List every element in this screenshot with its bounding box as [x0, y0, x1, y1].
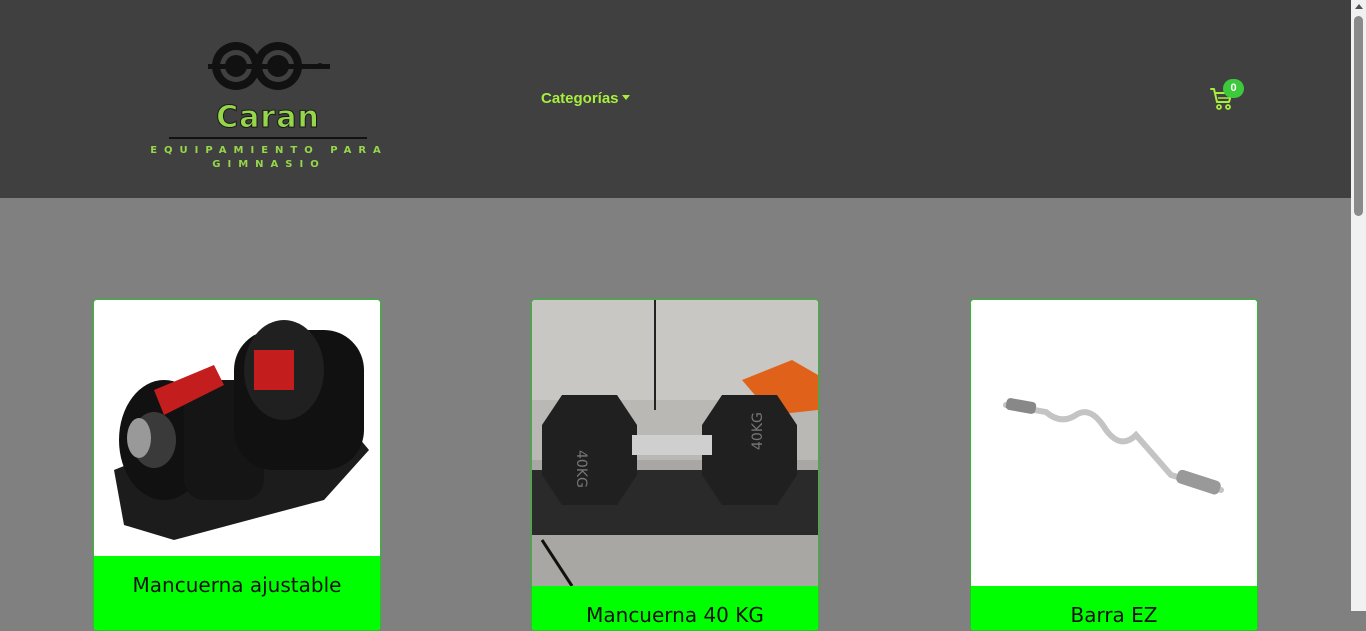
brand-divider: [169, 137, 367, 139]
svg-text:40KG: 40KG: [573, 450, 589, 488]
product-card[interactable]: Mancuerna ajustable: [93, 299, 381, 631]
product-card[interactable]: 40KG 40KG Mancuerna 40 KG: [531, 299, 819, 631]
brand-tagline-line2: gimnasio: [212, 159, 326, 170]
dumbbell-logo-icon: [208, 42, 330, 90]
card-footer: Mancuerna 40 KG: [532, 586, 818, 630]
ez-curl-bar-image: [971, 300, 1257, 586]
adjustable-dumbbell-image: [94, 300, 380, 556]
cart-count-badge: 0: [1223, 79, 1244, 98]
scrollbar-thumb[interactable]: [1354, 16, 1363, 216]
product-title[interactable]: Mancuerna 40 KG: [532, 586, 818, 627]
product-title[interactable]: Barra EZ: [971, 586, 1257, 627]
brand-tagline: Equipamiento para gimnasio: [128, 144, 410, 172]
card-footer: Barra EZ: [971, 586, 1257, 630]
hex-dumbbell-40kg-image: 40KG 40KG: [532, 300, 818, 586]
brand-name: Caran: [216, 100, 320, 136]
categories-dropdown[interactable]: Categorías: [541, 90, 630, 107]
caret-down-icon: [621, 94, 630, 100]
card-footer: Mancuerna ajustable: [94, 556, 380, 630]
brand-logo[interactable]: Caran Equipamiento para gimnasio: [128, 36, 410, 176]
product-title[interactable]: Mancuerna ajustable: [94, 556, 380, 597]
navbar: Caran Equipamiento para gimnasio Categor…: [0, 0, 1351, 198]
scroll-up-arrow-icon[interactable]: [1355, 4, 1363, 9]
categories-label: Categorías: [541, 90, 619, 107]
svg-text:40KG: 40KG: [750, 412, 766, 450]
product-card[interactable]: Barra EZ: [970, 299, 1258, 631]
brand-tagline-line1: Equipamiento para: [150, 145, 388, 156]
